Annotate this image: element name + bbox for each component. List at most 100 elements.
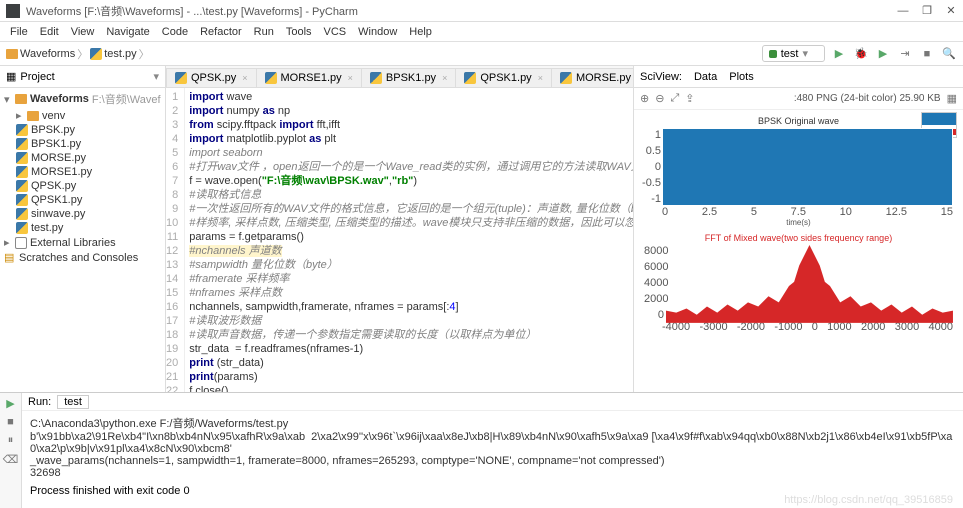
tree-scratches[interactable]: ▤Scratches and Consoles (4, 250, 161, 265)
attach-button[interactable]: ⇥ (897, 46, 913, 62)
code-editor[interactable]: 12345678910111213141516171819202122 impo… (166, 88, 633, 392)
editor-tab[interactable]: QPSK1.py× (455, 68, 552, 87)
run-label: Run: (28, 396, 51, 408)
menu-vcs[interactable]: VCS (318, 24, 353, 40)
menu-run[interactable]: Run (248, 24, 280, 40)
caret-down-icon[interactable]: ▾ (4, 93, 12, 106)
tree-file[interactable]: MORSE.py (4, 151, 161, 165)
rerun-button[interactable]: ▶ (6, 397, 14, 410)
tree-file[interactable]: QPSK.py (4, 179, 161, 193)
sciview-panel: SciView: Data Plots ⊕ ⊖ ⤢ ⇪ :480 PNG (24… (633, 66, 963, 392)
breadcrumb-file[interactable]: test.py (104, 48, 136, 60)
folder-icon (6, 49, 18, 59)
run-tab[interactable]: test (57, 395, 89, 409)
editor-tab[interactable]: MORSE1.py× (256, 68, 362, 87)
python-icon (464, 72, 476, 84)
caret-right-icon[interactable]: ▸ (16, 109, 24, 122)
run-coverage-button[interactable]: ▶ (875, 46, 891, 62)
chart-title: BPSK Original wave (640, 116, 957, 126)
python-icon (560, 72, 572, 84)
python-icon (16, 124, 28, 136)
python-icon (16, 194, 28, 206)
menu-window[interactable]: Window (352, 24, 403, 40)
tree-root[interactable]: ▾ Waveforms F:\音频\Wavef (4, 90, 161, 108)
tree-file[interactable]: BPSK.py (4, 123, 161, 137)
tree-folder-venv[interactable]: ▸venv (4, 108, 161, 123)
plot-area[interactable]: × BPSK Original wave 1 0.5 0 -0.5 -1 0 2… (634, 110, 963, 392)
tree-file[interactable]: MORSE1.py (4, 165, 161, 179)
code-content[interactable]: import waveimport numpy as npfrom scipy.… (185, 88, 633, 392)
python-icon (16, 138, 28, 150)
tree-file[interactable]: QPSK1.py (4, 193, 161, 207)
tree-root-path: F:\音频\Wavef (92, 91, 161, 107)
python-icon (370, 72, 382, 84)
close-button[interactable]: ✕ (945, 5, 957, 17)
close-icon[interactable]: × (242, 73, 247, 83)
sciview-tab-data[interactable]: Data (694, 71, 717, 83)
tree-file[interactable]: BPSK1.py (4, 137, 161, 151)
chevron-down-icon[interactable]: ▾ (153, 70, 159, 83)
stop-button[interactable]: ■ (7, 416, 14, 428)
zoom-in-icon[interactable]: ⊕ (640, 92, 649, 105)
folder-icon (15, 94, 27, 104)
menu-file[interactable]: File (4, 24, 34, 40)
menu-tools[interactable]: Tools (280, 24, 318, 40)
chart-title: FFT of Mixed wave(two sides frequency ra… (640, 233, 957, 243)
python-icon (16, 166, 28, 178)
chart-fft: FFT of Mixed wave(two sides frequency ra… (640, 233, 957, 333)
python-icon (90, 48, 102, 60)
menu-code[interactable]: Code (156, 24, 194, 40)
menu-edit[interactable]: Edit (34, 24, 65, 40)
maximize-button[interactable]: ❐ (921, 5, 933, 17)
chart-xlabel: time(s) (640, 218, 957, 227)
run-button[interactable]: ▶ (831, 46, 847, 62)
tree-file[interactable]: sinwave.py (4, 207, 161, 221)
chevron-right-icon: 〉 (139, 46, 150, 62)
titlebar: Waveforms [F:\音频\Waveforms] - ...\test.p… (0, 0, 963, 22)
export-icon[interactable]: ⇪ (685, 92, 694, 105)
python-icon (175, 72, 187, 84)
menu-refactor[interactable]: Refactor (194, 24, 248, 40)
menu-help[interactable]: Help (403, 24, 438, 40)
menu-view[interactable]: View (65, 24, 101, 40)
project-tab-label[interactable]: Project (20, 71, 54, 83)
project-tab-icon: ▦ (6, 70, 16, 83)
debug-button[interactable]: 🐞 (853, 46, 869, 62)
run-config-selector[interactable]: test ▾ (762, 45, 825, 62)
sciview-tab-plots[interactable]: Plots (729, 71, 753, 83)
menubar: File Edit View Navigate Code Refactor Ru… (0, 22, 963, 42)
sciview-label: SciView: (640, 71, 682, 83)
pause-icon[interactable]: ⏸ (8, 434, 14, 447)
tree-root-label: Waveforms (30, 93, 89, 105)
project-tool-window: ▦ Project ▾ ▾ Waveforms F:\音频\Wavef ▸ven… (0, 66, 166, 392)
caret-right-icon[interactable]: ▸ (4, 236, 12, 249)
fit-icon[interactable]: ⤢ (670, 92, 679, 105)
editor-tabs: QPSK.py× MORSE1.py× BPSK1.py× QPSK1.py× … (166, 66, 633, 88)
menu-navigate[interactable]: Navigate (100, 24, 155, 40)
folder-icon (27, 111, 39, 121)
chevron-right-icon: 〉 (77, 46, 88, 62)
editor-tab[interactable]: QPSK.py× (166, 68, 257, 87)
search-everywhere-button[interactable]: 🔍 (941, 46, 957, 62)
close-icon[interactable]: × (538, 73, 543, 83)
tree-ext-libs[interactable]: ▸External Libraries (4, 235, 161, 250)
run-tool-window: ▶ ■ ⏸ ⌫ Run: test C:\Anaconda3\python.ex… (0, 392, 963, 508)
app-icon (6, 4, 20, 18)
breadcrumb-root[interactable]: Waveforms (20, 48, 75, 60)
stop-button[interactable]: ■ (919, 46, 935, 62)
library-icon (15, 237, 27, 249)
run-config-name: test (781, 48, 799, 60)
zoom-out-icon[interactable]: ⊖ (655, 92, 664, 105)
python-icon (16, 208, 28, 220)
close-icon[interactable]: × (348, 73, 353, 83)
scratch-icon: ▤ (4, 251, 16, 264)
python-icon (16, 222, 28, 234)
editor-tab[interactable]: MORSE.py× (551, 68, 633, 87)
settings-icon[interactable]: ▦ (947, 92, 957, 105)
minimize-button[interactable]: — (897, 5, 909, 17)
chart-bpsk-wave: BPSK Original wave 1 0.5 0 -0.5 -1 0 2.5… (640, 116, 957, 227)
clear-icon[interactable]: ⌫ (3, 453, 19, 466)
close-icon[interactable]: × (442, 73, 447, 83)
editor-tab[interactable]: BPSK1.py× (361, 68, 456, 87)
tree-file[interactable]: test.py (4, 221, 161, 235)
